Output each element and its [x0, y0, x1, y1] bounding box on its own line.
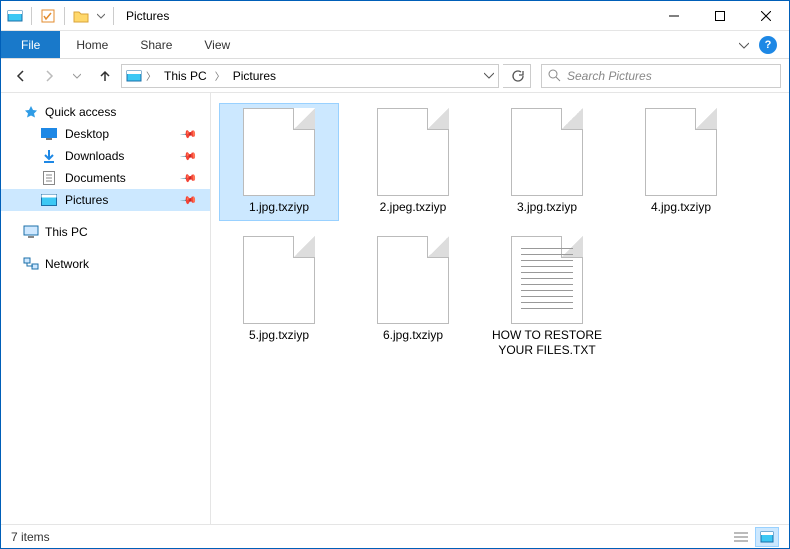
desktop-icon — [41, 126, 57, 142]
pin-icon: 📌 — [180, 125, 199, 144]
file-label: 3.jpg.txziyp — [517, 200, 577, 216]
sidebar-item-label: Desktop — [65, 127, 109, 141]
qat-dropdown-icon[interactable] — [95, 6, 107, 26]
file-item[interactable]: 6.jpg.txziyp — [353, 231, 473, 364]
network-icon — [23, 256, 39, 272]
search-icon — [548, 69, 561, 82]
forward-button[interactable] — [37, 64, 61, 88]
pin-icon: 📌 — [180, 169, 199, 188]
blank-file-icon — [243, 108, 315, 196]
file-item[interactable]: 2.jpeg.txziyp — [353, 103, 473, 221]
text-file-icon — [511, 236, 583, 324]
search-input[interactable] — [567, 69, 774, 83]
sidebar-item-downloads[interactable]: Downloads 📌 — [1, 145, 210, 167]
file-label: 4.jpg.txziyp — [651, 200, 711, 216]
sidebar-item-desktop[interactable]: Desktop 📌 — [1, 123, 210, 145]
thumbnails-view-button[interactable] — [755, 527, 779, 547]
nav-row: 〉 This PC 〉 Pictures — [1, 59, 789, 93]
file-label: HOW TO RESTORE YOUR FILES.TXT — [492, 328, 602, 359]
sidebar-item-documents[interactable]: Documents 📌 — [1, 167, 210, 189]
sidebar-item-pictures[interactable]: Pictures 📌 — [1, 189, 210, 211]
pictures-icon — [41, 192, 57, 208]
blank-file-icon — [377, 108, 449, 196]
this-pc-item[interactable]: This PC — [1, 221, 210, 243]
search-box[interactable] — [541, 64, 781, 88]
blank-file-icon — [511, 108, 583, 196]
file-item[interactable]: 1.jpg.txziyp — [219, 103, 339, 221]
pin-icon: 📌 — [180, 191, 199, 210]
downloads-icon — [41, 148, 57, 164]
qat-separator — [113, 7, 114, 25]
nav-pane: Quick access Desktop📌Downloads📌Documents… — [1, 93, 211, 524]
breadcrumb[interactable]: This PC — [160, 67, 211, 85]
back-button[interactable] — [9, 64, 33, 88]
quick-access-label: Quick access — [45, 105, 116, 119]
minimize-button[interactable] — [651, 1, 697, 31]
star-icon — [23, 104, 39, 120]
window-title: Pictures — [126, 9, 169, 23]
help-icon[interactable]: ? — [759, 36, 777, 54]
network-label: Network — [45, 257, 89, 271]
quick-access-toolbar — [1, 6, 120, 26]
file-grid: 1.jpg.txziyp 2.jpeg.txziyp 3.jpg.txziyp 4.j… — [219, 103, 781, 364]
folder-icon[interactable] — [71, 6, 91, 26]
recent-dropdown-icon[interactable] — [65, 64, 89, 88]
sidebar-item-label: Downloads — [65, 149, 124, 163]
file-view[interactable]: 1.jpg.txziyp 2.jpeg.txziyp 3.jpg.txziyp 4.j… — [211, 93, 789, 524]
this-pc-label: This PC — [45, 225, 88, 239]
file-label: 1.jpg.txziyp — [249, 200, 309, 216]
file-label: 6.jpg.txziyp — [383, 328, 443, 344]
ribbon-expand-icon[interactable] — [739, 40, 749, 50]
status-bar: 7 items — [1, 524, 789, 548]
tab-home[interactable]: Home — [60, 31, 124, 58]
title-bar: Pictures — [1, 1, 789, 31]
file-item[interactable]: 5.jpg.txziyp — [219, 231, 339, 364]
blank-file-icon — [645, 108, 717, 196]
address-bar[interactable]: 〉 This PC 〉 Pictures — [121, 64, 499, 88]
pictures-icon — [126, 68, 142, 84]
maximize-button[interactable] — [697, 1, 743, 31]
tab-share[interactable]: Share — [124, 31, 188, 58]
address-dropdown-icon[interactable] — [484, 71, 494, 81]
chevron-right-icon[interactable]: 〉 — [146, 68, 156, 83]
file-item[interactable]: HOW TO RESTORE YOUR FILES.TXT — [487, 231, 607, 364]
item-count: 7 items — [11, 530, 50, 544]
explorer-window: Pictures File Home Share View ? 〉 This P… — [0, 0, 790, 549]
file-item[interactable]: 4.jpg.txziyp — [621, 103, 741, 221]
file-item[interactable]: 3.jpg.txziyp — [487, 103, 607, 221]
file-label: 2.jpeg.txziyp — [380, 200, 447, 216]
computer-icon — [23, 224, 39, 240]
documents-icon — [41, 170, 57, 186]
tab-view[interactable]: View — [188, 31, 246, 58]
pin-icon: 📌 — [180, 147, 199, 166]
file-tab[interactable]: File — [1, 31, 60, 58]
up-button[interactable] — [93, 64, 117, 88]
breadcrumb[interactable]: Pictures — [229, 67, 280, 85]
network-item[interactable]: Network — [1, 253, 210, 275]
chevron-right-icon[interactable]: 〉 — [215, 68, 225, 83]
sidebar-item-label: Documents — [65, 171, 126, 185]
qat-separator — [31, 7, 32, 25]
app-icon — [5, 6, 25, 26]
quick-access-header[interactable]: Quick access — [1, 101, 210, 123]
qat-separator — [64, 7, 65, 25]
blank-file-icon — [243, 236, 315, 324]
blank-file-icon — [377, 236, 449, 324]
close-button[interactable] — [743, 1, 789, 31]
refresh-button[interactable] — [503, 64, 531, 88]
body: Quick access Desktop📌Downloads📌Documents… — [1, 93, 789, 524]
file-label: 5.jpg.txziyp — [249, 328, 309, 344]
sidebar-item-label: Pictures — [65, 193, 108, 207]
properties-icon[interactable] — [38, 6, 58, 26]
ribbon: File Home Share View ? — [1, 31, 789, 59]
details-view-button[interactable] — [729, 527, 753, 547]
